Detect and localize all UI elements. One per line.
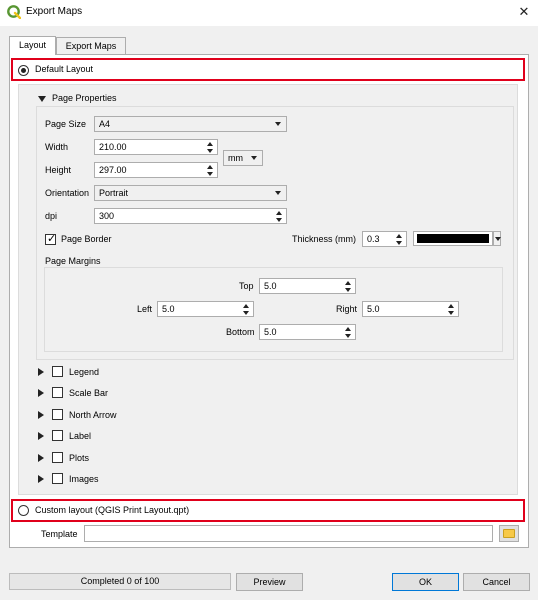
bottom-margin-input[interactable]: 5.0 bbox=[259, 324, 356, 340]
spin-arrows-icon[interactable] bbox=[448, 303, 456, 315]
right-margin-value: 5.0 bbox=[367, 304, 380, 314]
color-dropdown-button[interactable] bbox=[493, 231, 501, 246]
north-arrow-checkbox[interactable] bbox=[52, 409, 63, 420]
orientation-label: Orientation bbox=[45, 188, 90, 198]
right-margin-input[interactable]: 5.0 bbox=[362, 301, 459, 317]
spin-arrows-icon[interactable] bbox=[345, 326, 353, 338]
section-label-legend: Legend bbox=[69, 367, 100, 377]
expand-arrow-icon[interactable] bbox=[38, 411, 44, 419]
top-margin-value: 5.0 bbox=[264, 281, 277, 291]
height-value: 297.00 bbox=[99, 165, 127, 175]
dpi-value: 300 bbox=[99, 211, 115, 221]
bottom-margin-label: Bottom bbox=[226, 327, 255, 337]
dpi-input[interactable]: 300 bbox=[94, 208, 287, 224]
legend-checkbox[interactable] bbox=[52, 366, 63, 377]
images-checkbox[interactable] bbox=[52, 473, 63, 484]
page-margins-heading: Page Margins bbox=[45, 256, 101, 266]
expand-arrow-icon[interactable] bbox=[38, 454, 44, 462]
right-margin-label: Right bbox=[336, 304, 358, 314]
expand-arrow-icon[interactable] bbox=[38, 389, 44, 397]
chevron-down-icon bbox=[495, 237, 501, 241]
border-color-button[interactable] bbox=[413, 231, 493, 246]
ok-button[interactable]: OK bbox=[392, 573, 459, 591]
chevron-down-icon bbox=[275, 122, 281, 126]
chevron-down-icon bbox=[275, 191, 281, 195]
spin-arrows-icon[interactable] bbox=[345, 280, 353, 292]
section-label-north-arrow: North Arrow bbox=[69, 410, 117, 420]
section-label-scale-bar: Scale Bar bbox=[69, 388, 109, 398]
left-margin-input[interactable]: 5.0 bbox=[157, 301, 254, 317]
spin-arrows-icon[interactable] bbox=[396, 233, 404, 245]
chevron-down-icon bbox=[251, 156, 257, 160]
page-properties-heading: Page Properties bbox=[52, 93, 117, 103]
unit-value: mm bbox=[228, 153, 243, 163]
collapse-arrow-icon[interactable] bbox=[38, 96, 46, 102]
page-border-checkbox[interactable] bbox=[45, 232, 56, 245]
window-title: Export Maps bbox=[26, 6, 83, 17]
close-icon[interactable]: ✕ bbox=[514, 2, 534, 22]
thickness-input[interactable]: 0.3 bbox=[362, 231, 407, 247]
label-checkbox[interactable] bbox=[52, 430, 63, 441]
plots-checkbox[interactable] bbox=[52, 452, 63, 463]
height-input[interactable]: 297.00 bbox=[94, 162, 218, 178]
spin-arrows-icon[interactable] bbox=[276, 210, 284, 222]
orientation-select[interactable]: Portrait bbox=[94, 185, 287, 201]
progress-bar: Completed 0 of 100 bbox=[9, 573, 231, 590]
scale-bar-checkbox[interactable] bbox=[52, 387, 63, 398]
dpi-label: dpi bbox=[45, 211, 58, 221]
default-layout-radio[interactable] bbox=[18, 65, 29, 76]
expand-arrow-icon[interactable] bbox=[38, 432, 44, 440]
tab-export-maps[interactable]: Export Maps bbox=[56, 37, 126, 55]
template-input[interactable] bbox=[84, 525, 493, 542]
spin-arrows-icon[interactable] bbox=[207, 164, 215, 176]
page-size-label: Page Size bbox=[45, 119, 87, 129]
page-border-label: Page Border bbox=[61, 234, 112, 244]
folder-icon bbox=[503, 529, 515, 538]
custom-layout-radio[interactable] bbox=[18, 505, 29, 516]
unit-select[interactable]: mm bbox=[223, 150, 263, 166]
cancel-button[interactable]: Cancel bbox=[463, 573, 530, 591]
expand-arrow-icon[interactable] bbox=[38, 368, 44, 376]
qgis-logo-icon bbox=[7, 5, 22, 20]
width-label: Width bbox=[45, 142, 69, 152]
left-margin-label: Left bbox=[137, 304, 153, 314]
page-size-value: A4 bbox=[99, 119, 111, 129]
bottom-margin-value: 5.0 bbox=[264, 327, 277, 337]
top-margin-input[interactable]: 5.0 bbox=[259, 278, 356, 294]
default-layout-label: Default Layout bbox=[35, 64, 94, 74]
spin-arrows-icon[interactable] bbox=[243, 303, 251, 315]
thickness-label: Thickness (mm) bbox=[292, 234, 357, 244]
orientation-value: Portrait bbox=[99, 188, 129, 198]
width-input[interactable]: 210.00 bbox=[94, 139, 218, 155]
section-label-images: Images bbox=[69, 474, 99, 484]
width-value: 210.00 bbox=[99, 142, 127, 152]
color-swatch bbox=[417, 234, 489, 243]
expand-arrow-icon[interactable] bbox=[38, 475, 44, 483]
section-label-plots: Plots bbox=[69, 453, 90, 463]
thickness-value: 0.3 bbox=[367, 234, 380, 244]
top-margin-label: Top bbox=[239, 281, 254, 291]
template-label: Template bbox=[41, 529, 78, 539]
spin-arrows-icon[interactable] bbox=[207, 141, 215, 153]
preview-button[interactable]: Preview bbox=[236, 573, 303, 591]
page-size-select[interactable]: A4 bbox=[94, 116, 287, 132]
custom-layout-label: Custom layout (QGIS Print Layout.qpt) bbox=[35, 505, 190, 515]
tab-layout[interactable]: Layout bbox=[9, 36, 56, 55]
height-label: Height bbox=[45, 165, 72, 175]
left-margin-value: 5.0 bbox=[162, 304, 175, 314]
section-label-label: Label bbox=[69, 431, 92, 441]
